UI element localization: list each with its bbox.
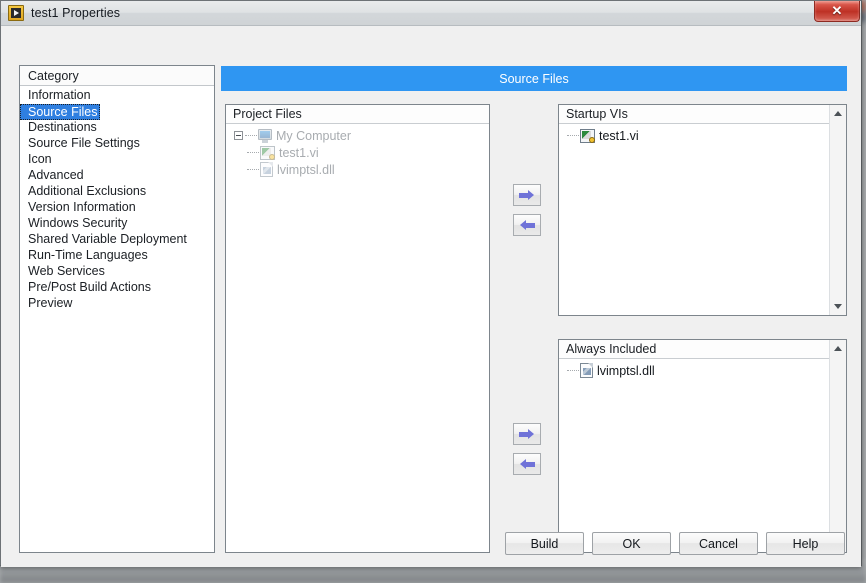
properties-dialog: test1 Properties ✕ Category Information … [0, 0, 862, 567]
tree-node-label: lvimptsl.dll [277, 162, 335, 177]
startup-vis-panel: Startup VIs test1.vi [558, 104, 847, 316]
tree-node-label: lvimptsl.dll [597, 363, 655, 378]
screen: test1 Properties ✕ Category Information … [0, 0, 866, 583]
always-included-panel: Always Included lvimptsl.dll [558, 339, 847, 553]
dialog-button-row: Build OK Cancel Help [505, 532, 845, 555]
tree-node-label: test1.vi [279, 145, 319, 160]
tree-connector [567, 370, 579, 371]
startup-vis-tree[interactable]: test1.vi [559, 124, 846, 144]
dialog-client-area: Category Information Source Files Destin… [1, 26, 861, 567]
labview-vi-icon [8, 5, 24, 21]
category-item-shared-variable-deployment[interactable]: Shared Variable Deployment [20, 231, 214, 247]
project-files-tree[interactable]: My Computer test1.vi lvimptsl.dll [226, 124, 489, 178]
tree-node-my-computer[interactable]: My Computer [226, 127, 489, 144]
category-item-run-time-languages[interactable]: Run-Time Languages [20, 247, 214, 263]
category-item-web-services[interactable]: Web Services [20, 263, 214, 279]
tree-connector [245, 135, 257, 136]
project-files-panel: Project Files My Computer test1.vi lvimp… [225, 104, 490, 553]
category-item-version-information[interactable]: Version Information [20, 199, 214, 215]
category-item-information[interactable]: Information [20, 87, 214, 103]
tree-connector [247, 169, 259, 170]
section-header: Source Files [221, 66, 847, 91]
close-icon[interactable]: ✕ [814, 1, 860, 22]
remove-from-startup-vis-button[interactable] [513, 214, 541, 236]
always-included-scrollbar[interactable] [829, 340, 846, 552]
arrow-left-icon [519, 219, 535, 231]
always-included-tree[interactable]: lvimptsl.dll [559, 359, 846, 379]
expander-icon[interactable] [234, 131, 243, 140]
dll-icon [580, 363, 593, 378]
tree-connector [567, 135, 579, 136]
add-to-always-included-button[interactable] [513, 423, 541, 445]
tree-connector [247, 152, 259, 153]
scroll-up-icon[interactable] [830, 105, 846, 122]
always-included-header: Always Included [559, 340, 846, 359]
arrow-right-icon [519, 428, 535, 440]
category-list[interactable]: Information Source Files Destinations So… [20, 86, 214, 311]
ok-button[interactable]: OK [592, 532, 671, 555]
dll-icon [260, 162, 273, 177]
category-item-icon[interactable]: Icon [20, 151, 214, 167]
vi-icon [260, 145, 275, 160]
vi-icon [580, 128, 595, 143]
startup-vis-scrollbar[interactable] [829, 105, 846, 315]
build-button[interactable]: Build [505, 532, 584, 555]
arrow-right-icon [519, 189, 535, 201]
startup-vis-header: Startup VIs [559, 105, 846, 124]
category-item-source-file-settings[interactable]: Source File Settings [20, 135, 214, 151]
tree-node-test1-vi[interactable]: test1.vi [559, 127, 846, 144]
scroll-down-icon[interactable] [830, 298, 846, 315]
tree-node-label: test1.vi [599, 128, 639, 143]
category-item-advanced[interactable]: Advanced [20, 167, 214, 183]
window-title: test1 Properties [31, 6, 121, 20]
category-item-windows-security[interactable]: Windows Security [20, 215, 214, 231]
category-item-pre-post-build-actions[interactable]: Pre/Post Build Actions [20, 279, 214, 295]
tree-node-lvimptsl-dll[interactable]: lvimptsl.dll [559, 362, 846, 379]
computer-icon [258, 129, 272, 143]
arrow-left-icon [519, 458, 535, 470]
category-item-additional-exclusions[interactable]: Additional Exclusions [20, 183, 214, 199]
remove-from-always-included-button[interactable] [513, 453, 541, 475]
category-item-destinations[interactable]: Destinations [20, 119, 214, 135]
help-button[interactable]: Help [766, 532, 845, 555]
project-files-header: Project Files [226, 105, 489, 124]
add-to-startup-vis-button[interactable] [513, 184, 541, 206]
tree-node-test1-vi[interactable]: test1.vi [226, 144, 489, 161]
category-item-source-files[interactable]: Source Files [20, 104, 101, 120]
category-header: Category [20, 66, 214, 86]
cancel-button[interactable]: Cancel [679, 532, 758, 555]
category-panel: Category Information Source Files Destin… [19, 65, 215, 553]
title-bar: test1 Properties ✕ [1, 1, 861, 26]
tree-node-lvimptsl-dll[interactable]: lvimptsl.dll [226, 161, 489, 178]
scroll-up-icon[interactable] [830, 340, 846, 357]
tree-node-label: My Computer [276, 128, 352, 143]
category-item-preview[interactable]: Preview [20, 295, 214, 311]
